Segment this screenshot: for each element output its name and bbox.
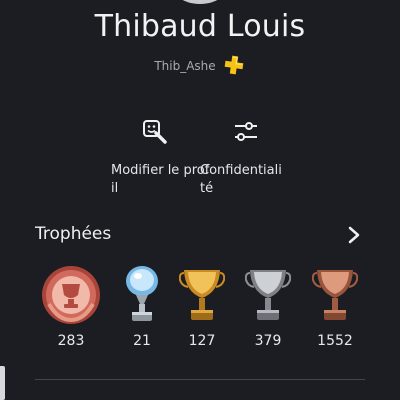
edit-profile-icon <box>143 120 167 144</box>
trophy-level-badge-icon <box>42 266 100 324</box>
silver-count: 379 <box>254 333 282 349</box>
online-id-row: Thib_Ashe <box>0 54 400 78</box>
platinum-trophy-icon <box>126 266 158 321</box>
online-id: Thib_Ashe <box>154 59 216 73</box>
trophy-level: 283 <box>36 264 106 349</box>
chevron-right-icon[interactable] <box>344 224 364 246</box>
bronze-trophy-icon <box>312 270 358 320</box>
trophy-bronze: 1552 <box>300 264 370 349</box>
trophies-title[interactable]: Trophées <box>35 224 111 244</box>
gold-trophy-icon <box>179 270 225 320</box>
avatar[interactable] <box>168 0 232 4</box>
bronze-count: 1552 <box>317 333 353 349</box>
privacy-label: Confidentialité <box>200 163 282 196</box>
edit-profile-label: Modifier le profil <box>111 163 210 196</box>
profile-name: Thibaud Louis <box>94 9 306 44</box>
silver-trophy-icon <box>245 270 291 320</box>
trophy-summary[interactable]: 283 21 127 379 1552 <box>36 264 360 356</box>
trophy-gold: 127 <box>167 264 237 349</box>
scrollbar-handle[interactable] <box>0 366 5 400</box>
privacy-button[interactable]: Confidentialité <box>200 118 286 198</box>
profile-screen: Thibaud Louis Thib_Ashe Modifier le prof… <box>0 0 400 400</box>
sliders-icon <box>235 122 257 141</box>
trophy-level-count: 283 <box>57 333 85 349</box>
gold-count: 127 <box>188 333 216 349</box>
section-divider <box>35 379 365 380</box>
trophy-silver: 379 <box>233 264 303 349</box>
edit-profile-button[interactable]: Modifier le profil <box>111 118 211 198</box>
playstation-plus-icon <box>224 55 244 75</box>
